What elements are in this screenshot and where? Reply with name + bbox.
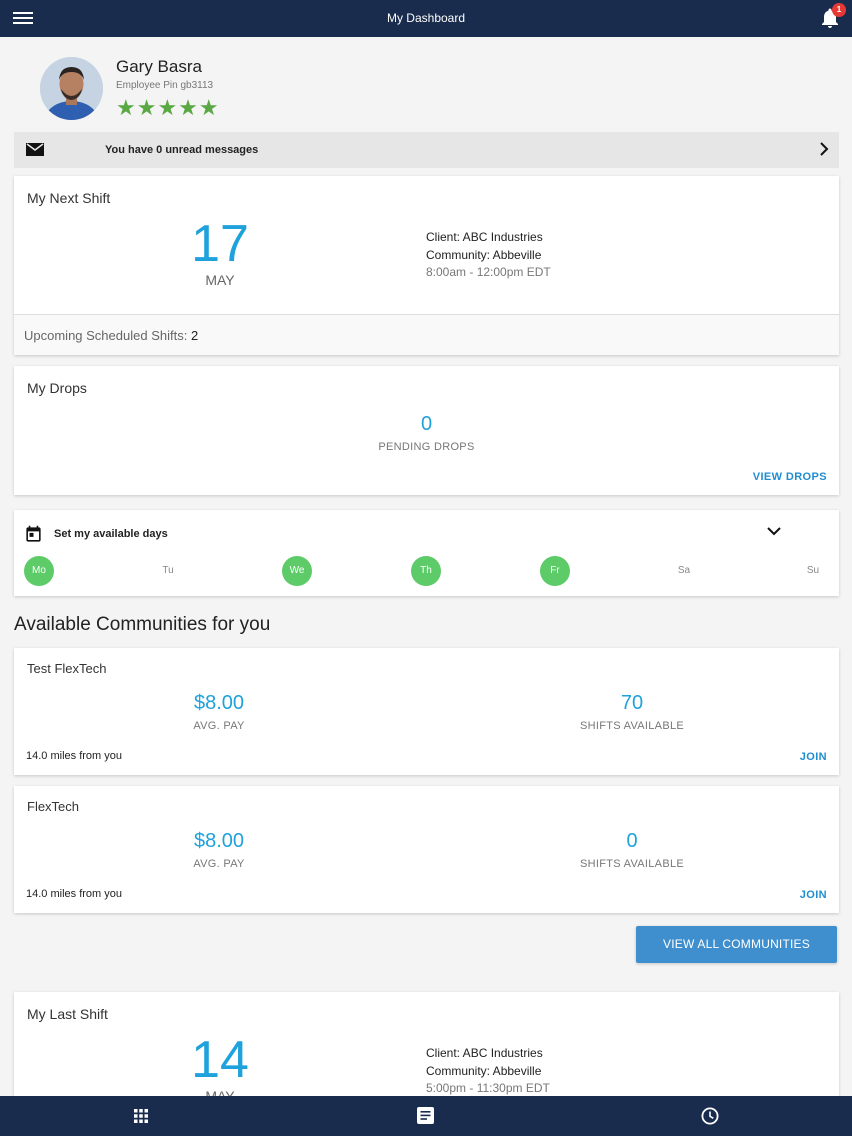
last-shift-details: Client: ABC Industries Community: Abbevi…	[426, 1045, 550, 1096]
pending-drops-count: 0	[420, 413, 433, 435]
clock-icon[interactable]	[701, 1107, 719, 1125]
page-title: My Dashboard	[386, 11, 466, 25]
notification-badge: 1	[832, 3, 846, 17]
chevron-down-icon[interactable]	[767, 526, 781, 536]
day-toggle-friday[interactable]: Fr	[540, 556, 570, 586]
profile-header: Gary Basra Employee Pin gb3113 ★★★★★	[0, 37, 852, 132]
document-icon[interactable]	[417, 1107, 434, 1124]
community-name: FlexTech	[27, 799, 80, 814]
view-all-communities-button[interactable]: VIEW ALL COMMUNITIES	[636, 926, 837, 963]
upcoming-shifts-count: 2	[190, 328, 199, 343]
last-shift-day: 14	[191, 1031, 249, 1089]
join-button[interactable]: JOIN	[800, 751, 827, 763]
next-shift-details: Client: ABC Industries Community: Abbevi…	[426, 229, 551, 282]
bottom-navigation	[0, 1096, 852, 1136]
day-toggle-wednesday[interactable]: We	[282, 556, 312, 586]
community-avg-pay: $8.00	[193, 692, 245, 714]
employee-name: Gary Basra	[116, 57, 202, 76]
grid-icon[interactable]	[134, 1109, 148, 1123]
last-shift-client: Client: ABC Industries	[426, 1046, 543, 1060]
upcoming-shifts-label: Upcoming Scheduled Shifts: 2	[24, 328, 198, 343]
next-shift-card[interactable]: My Next Shift 17 MAY Client: ABC Industr…	[14, 176, 839, 355]
next-shift-title: My Next Shift	[27, 190, 111, 206]
day-toggle-monday[interactable]: Mo	[24, 556, 54, 586]
star-rating: ★★★★★	[116, 95, 220, 120]
community-name: Test FlexTech	[27, 661, 107, 676]
envelope-icon	[26, 143, 44, 156]
community-shifts-count: 70	[620, 692, 644, 714]
last-shift-community: Community: Abbeville	[426, 1063, 542, 1078]
top-app-bar: My Dashboard 1	[0, 0, 852, 37]
community-shifts-count: 0	[626, 830, 638, 852]
community-card[interactable]: FlexTech $8.00 AVG. PAY 0 SHIFTS AVAILAB…	[14, 786, 839, 913]
upcoming-shifts-row[interactable]: Upcoming Scheduled Shifts: 2	[14, 314, 839, 355]
next-shift-time: 8:00am - 12:00pm EDT	[426, 265, 551, 279]
upcoming-shifts-text: Upcoming Scheduled Shifts:	[24, 328, 191, 343]
view-drops-link[interactable]: VIEW DROPS	[753, 471, 827, 483]
community-avg-pay: $8.00	[193, 830, 245, 852]
employee-pin: Employee Pin gb3113	[116, 80, 214, 91]
day-toggle-tuesday[interactable]: Tu	[153, 556, 183, 586]
next-shift-community: Community: Abbeville	[426, 247, 542, 262]
community-card[interactable]: Test FlexTech $8.00 AVG. PAY 70 SHIFTS A…	[14, 648, 839, 775]
availability-title: Set my available days	[54, 528, 168, 540]
availability-card: Set my available days Mo Tu We Th Fr Sa …	[14, 510, 839, 596]
messages-bar[interactable]: You have 0 unread messages	[14, 132, 839, 168]
drops-card: My Drops 0 PENDING DROPS VIEW DROPS	[14, 366, 839, 495]
community-shifts-label: SHIFTS AVAILABLE	[579, 720, 685, 732]
next-shift-day: 17	[191, 215, 249, 273]
community-distance: 14.0 miles from you	[26, 750, 122, 762]
last-shift-title: My Last Shift	[27, 1006, 108, 1022]
last-shift-card[interactable]: My Last Shift 14 MAY Client: ABC Industr…	[14, 992, 839, 1096]
day-toggle-thursday[interactable]: Th	[411, 556, 441, 586]
unread-messages-text: You have 0 unread messages	[105, 144, 259, 156]
next-shift-client: Client: ABC Industries	[426, 230, 543, 244]
pending-drops-label: PENDING DROPS	[378, 441, 475, 453]
community-avg-pay-label: AVG. PAY	[193, 858, 245, 870]
community-avg-pay-label: AVG. PAY	[193, 720, 245, 732]
avatar	[40, 57, 103, 120]
dashboard-content[interactable]: Gary Basra Employee Pin gb3113 ★★★★★ You…	[0, 37, 852, 1096]
calendar-icon	[26, 525, 41, 542]
drops-title: My Drops	[27, 380, 87, 396]
community-distance: 14.0 miles from you	[26, 888, 122, 900]
chevron-right-icon	[820, 142, 829, 156]
day-toggle-saturday[interactable]: Sa	[669, 556, 699, 586]
join-button[interactable]: JOIN	[800, 889, 827, 901]
last-shift-month: MAY	[205, 1088, 235, 1096]
communities-heading: Available Communities for you	[14, 614, 271, 635]
next-shift-month: MAY	[205, 272, 235, 288]
notifications-button[interactable]: 1	[818, 3, 846, 32]
last-shift-time: 5:00pm - 11:30pm EDT	[426, 1081, 550, 1095]
community-shifts-label: SHIFTS AVAILABLE	[579, 858, 685, 870]
day-toggle-sunday[interactable]: Su	[798, 556, 828, 586]
